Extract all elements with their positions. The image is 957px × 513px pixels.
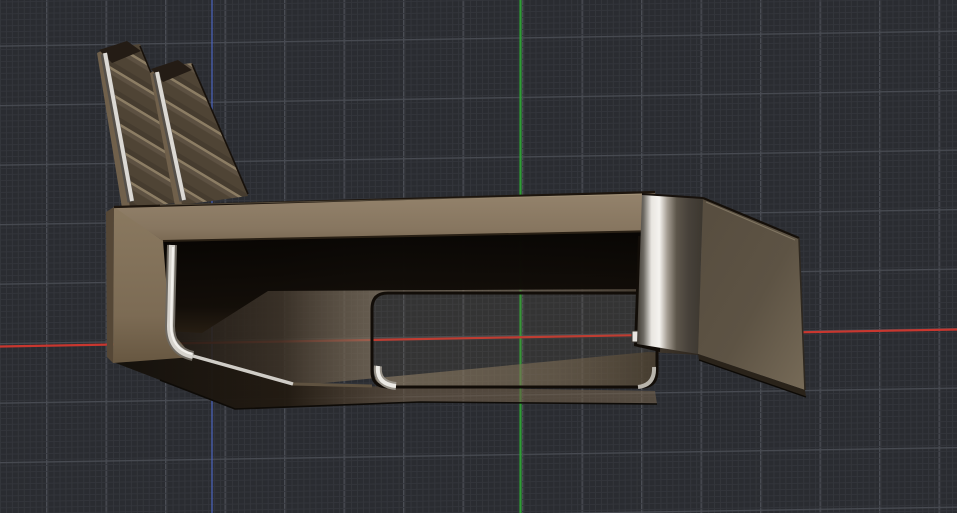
cad-3d-viewport[interactable] bbox=[0, 0, 957, 513]
right-chrome-corner[interactable] bbox=[637, 194, 703, 354]
slot-bottom-ledge bbox=[293, 384, 372, 386]
viewport-canvas[interactable] bbox=[0, 0, 957, 513]
slot-opening[interactable] bbox=[372, 293, 657, 387]
left-side-face[interactable] bbox=[106, 207, 114, 363]
